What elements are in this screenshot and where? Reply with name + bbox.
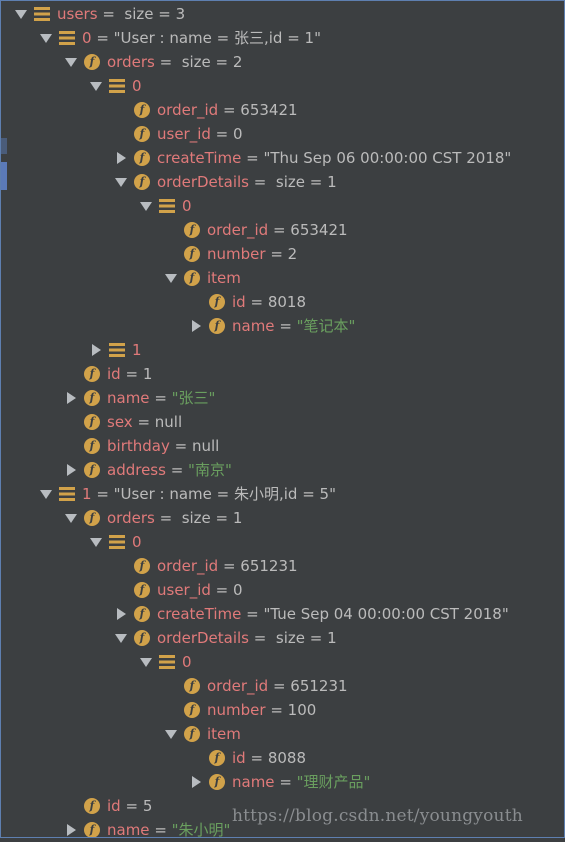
panel-border [0,0,565,838]
